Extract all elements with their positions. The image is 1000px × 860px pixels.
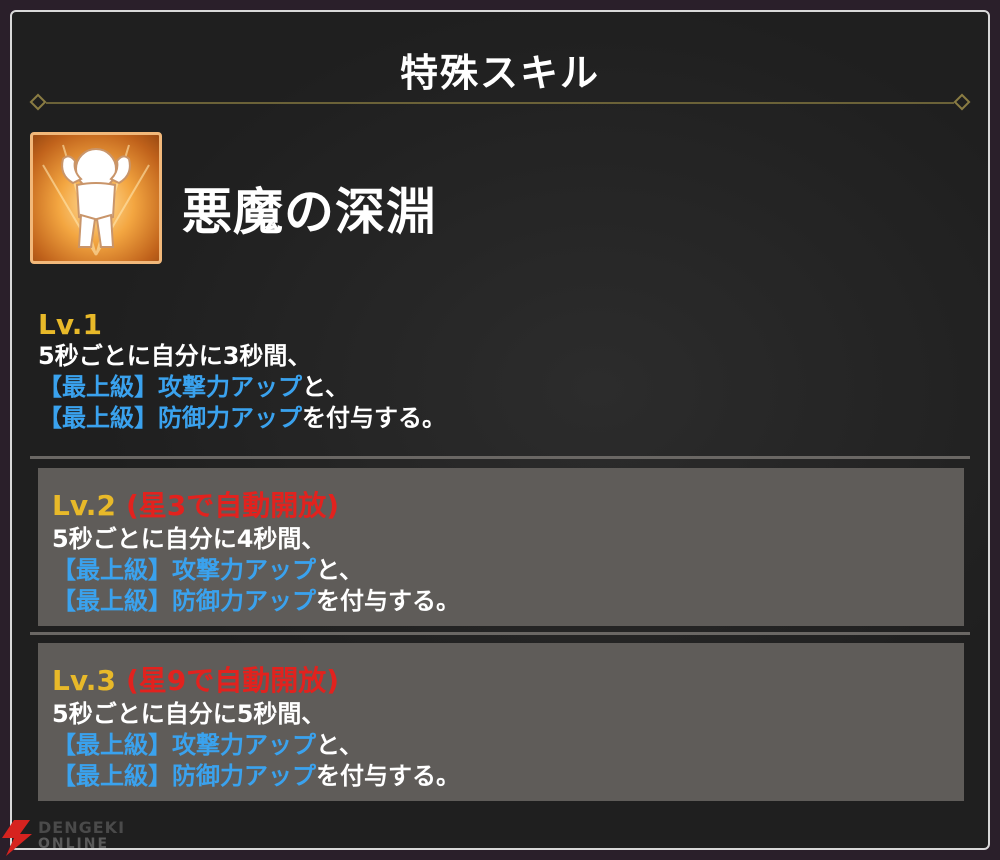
conjunction: と、 xyxy=(316,731,364,759)
level-description: 5秒ごとに自分に5秒間、 【最上級】攻撃力アップと、 【最上級】防御力アップを付… xyxy=(52,699,964,792)
desc-tail: を付与する。 xyxy=(316,762,460,790)
watermark-text: DENGEKI xyxy=(38,818,126,837)
level-heading: Lv.1 xyxy=(38,308,964,341)
skill-level-2: Lv.2 (星3で自動開放) 5秒ごとに自分に4秒間、 【最上級】攻撃力アップと、… xyxy=(38,468,964,626)
lightning-bolt-icon xyxy=(2,820,32,856)
level-label: Lv.2 xyxy=(52,489,116,522)
buff-attack: 【最上級】攻撃力アップ xyxy=(52,731,316,759)
skill-level-3: Lv.3 (星9で自動開放) 5秒ごとに自分に5秒間、 【最上級】攻撃力アップと、… xyxy=(38,643,964,801)
desc-tail: を付与する。 xyxy=(302,404,446,432)
desc-line: 5秒ごとに自分に5秒間、 xyxy=(52,700,326,728)
level-separator xyxy=(30,632,970,635)
desc-line: 【最上級】攻撃力アップと、 xyxy=(38,372,964,403)
divider-line xyxy=(46,102,954,104)
level-description: 5秒ごとに自分に3秒間、 【最上級】攻撃力アップと、 【最上級】防御力アップを付… xyxy=(38,341,964,434)
watermark-text: ONLINE xyxy=(38,836,110,852)
watermark-logo: DENGEKI ONLINE xyxy=(0,812,140,856)
desc-line: 5秒ごとに自分に4秒間、 xyxy=(52,525,326,553)
level-label: Lv.3 xyxy=(52,664,116,697)
buff-attack: 【最上級】攻撃力アップ xyxy=(38,373,302,401)
buff-attack: 【最上級】攻撃力アップ xyxy=(52,556,316,584)
buff-defense: 【最上級】防御力アップ xyxy=(52,587,316,615)
desc-line: 【最上級】攻撃力アップと、 xyxy=(52,730,964,761)
level-description: 5秒ごとに自分に4秒間、 【最上級】攻撃力アップと、 【最上級】防御力アップを付… xyxy=(52,524,964,617)
flexing-figure-icon xyxy=(30,132,162,264)
level-separator xyxy=(30,456,970,459)
level-label: Lv.1 xyxy=(38,308,102,341)
desc-line: 5秒ごとに自分に3秒間、 xyxy=(38,342,312,370)
unlock-condition: (星9で自動開放) xyxy=(125,664,340,697)
level-heading: Lv.2 (星3で自動開放) xyxy=(52,484,964,524)
unlock-condition: (星3で自動開放) xyxy=(125,489,340,522)
buff-defense: 【最上級】防御力アップ xyxy=(52,762,316,790)
skill-level-1: Lv.1 5秒ごとに自分に3秒間、 【最上級】攻撃力アップと、 【最上級】防御力… xyxy=(38,308,964,434)
title-divider xyxy=(29,93,971,111)
conjunction: と、 xyxy=(302,373,350,401)
conjunction: と、 xyxy=(316,556,364,584)
desc-line: 【最上級】防御力アップを付与する。 xyxy=(52,761,964,792)
skill-name: 悪魔の深淵 xyxy=(182,183,437,241)
level-heading: Lv.3 (星9で自動開放) xyxy=(52,659,964,699)
desc-line: 【最上級】防御力アップを付与する。 xyxy=(38,403,964,434)
desc-tail: を付与する。 xyxy=(316,587,460,615)
desc-line: 【最上級】防御力アップを付与する。 xyxy=(52,586,964,617)
buff-defense: 【最上級】防御力アップ xyxy=(38,404,302,432)
skill-panel: 特殊スキル 悪魔の深淵 Lv.1 5秒ごとに自分に3秒間、 【最上級】攻撃力アッ… xyxy=(10,10,990,850)
desc-line: 【最上級】攻撃力アップと、 xyxy=(52,555,964,586)
page-title: 特殊スキル xyxy=(399,51,600,95)
